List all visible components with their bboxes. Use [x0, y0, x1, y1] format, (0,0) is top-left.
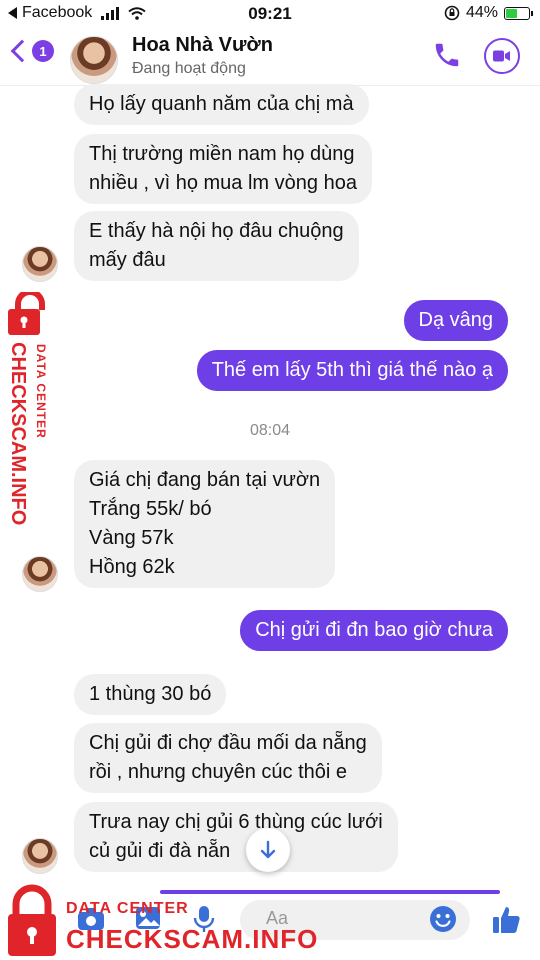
message-text: Dạ vâng — [418, 309, 494, 331]
watermark-bottom-sub: DATA CENTER — [66, 900, 189, 917]
incoming-message[interactable]: Chị gủi đi chợ đầu mối da nẵng rồi , như… — [74, 723, 382, 793]
battery-icon — [504, 6, 533, 20]
thumbs-up-icon[interactable] — [490, 904, 522, 936]
incoming-message[interactable]: Họ lấy quanh năm của chị mà — [74, 84, 369, 125]
phone-call-icon[interactable] — [432, 40, 462, 70]
message-text: mấy đâu — [89, 249, 166, 271]
outgoing-message[interactable]: Chị gửi đi đn bao giờ chưa — [240, 610, 508, 651]
watermark-lock-icon — [8, 292, 45, 335]
sender-avatar[interactable] — [22, 246, 58, 282]
message-text: Hồng 62k — [89, 556, 175, 578]
incoming-message[interactable]: Trưa nay chị gủi 6 thùng cúc lưới củ gủi… — [74, 802, 398, 872]
emoji-icon[interactable] — [428, 904, 458, 934]
incoming-message[interactable]: Thị trường miền nam họ dùng nhiều , vì h… — [74, 134, 372, 204]
active-status: Đang hoạt động — [132, 60, 246, 77]
message-text: Giá chị đang bán tại vườn — [89, 469, 321, 491]
contact-name[interactable]: Hoa Nhà Vườn — [132, 34, 273, 57]
message-text: Họ lấy quanh năm của chị mà — [89, 93, 354, 115]
message-text: nhiều , vì họ mua lm vòng hoa — [89, 172, 357, 194]
incoming-message[interactable]: E thấy hà nội họ đâu chuộng mấy đâu — [74, 211, 359, 281]
sender-avatar[interactable] — [22, 556, 58, 592]
video-call-button[interactable] — [484, 38, 520, 74]
message-text: củ gủi đi đà nẵn — [89, 840, 231, 862]
incoming-message[interactable]: Giá chị đang bán tại vườn Trắng 55k/ bó … — [74, 460, 336, 588]
watermark-side-sub: DATA CENTER — [34, 344, 48, 439]
messenger-screen: Facebook 09:21 44% 1 Hoa Nhà Vườn Đang h… — [0, 0, 540, 960]
message-text: Thị trường miền nam họ dùng — [89, 143, 355, 165]
orientation-lock-icon — [444, 5, 460, 21]
message-text: E thấy hà nội họ đâu chuộng — [89, 220, 344, 242]
watermark-bottom-lock-icon — [8, 884, 56, 956]
message-text: Trắng 55k/ bó — [89, 498, 212, 520]
message-text: Chị gửi đi đn bao giờ chưa — [255, 619, 493, 641]
incoming-message[interactable]: 1 thùng 30 bó — [74, 674, 227, 715]
message-text: 1 thùng 30 bó — [89, 683, 212, 705]
status-right: 44% — [444, 4, 533, 22]
battery-percent: 44% — [465, 4, 498, 21]
composer-top-strip — [160, 890, 500, 894]
unread-badge: 1 — [32, 40, 54, 62]
conversation-header: 1 Hoa Nhà Vườn Đang hoạt động — [0, 28, 540, 86]
message-text: Trưa nay chị gủi 6 thùng cúc lưới — [89, 811, 383, 833]
video-camera-icon — [493, 50, 510, 62]
message-text: rồi , nhưng chuyên cúc thôi e — [89, 761, 347, 783]
message-timestamp: 08:04 — [249, 422, 291, 439]
watermark-bottom-brand: CHECKSCAM.INFO — [66, 924, 319, 954]
outgoing-message[interactable]: Thế em lấy 5th thì giá thế nào ạ — [196, 350, 508, 391]
message-text: Thế em lấy 5th thì giá thế nào ạ — [211, 359, 493, 381]
message-text: Vàng 57k — [89, 527, 174, 549]
message-text: Chị gủi đi chợ đầu mối da nẵng — [89, 732, 367, 754]
arrow-down-icon — [260, 840, 276, 859]
status-bar: Facebook 09:21 44% — [0, 0, 540, 28]
chevron-left-icon — [10, 39, 34, 63]
back-button[interactable]: 1 — [10, 39, 54, 63]
scroll-to-bottom-button[interactable] — [246, 828, 290, 872]
outgoing-message[interactable]: Dạ vâng — [403, 300, 508, 341]
sender-avatar[interactable] — [22, 838, 58, 874]
contact-avatar[interactable] — [70, 36, 118, 84]
watermark-side-brand: CHECKSCAM.INFO — [7, 342, 29, 526]
